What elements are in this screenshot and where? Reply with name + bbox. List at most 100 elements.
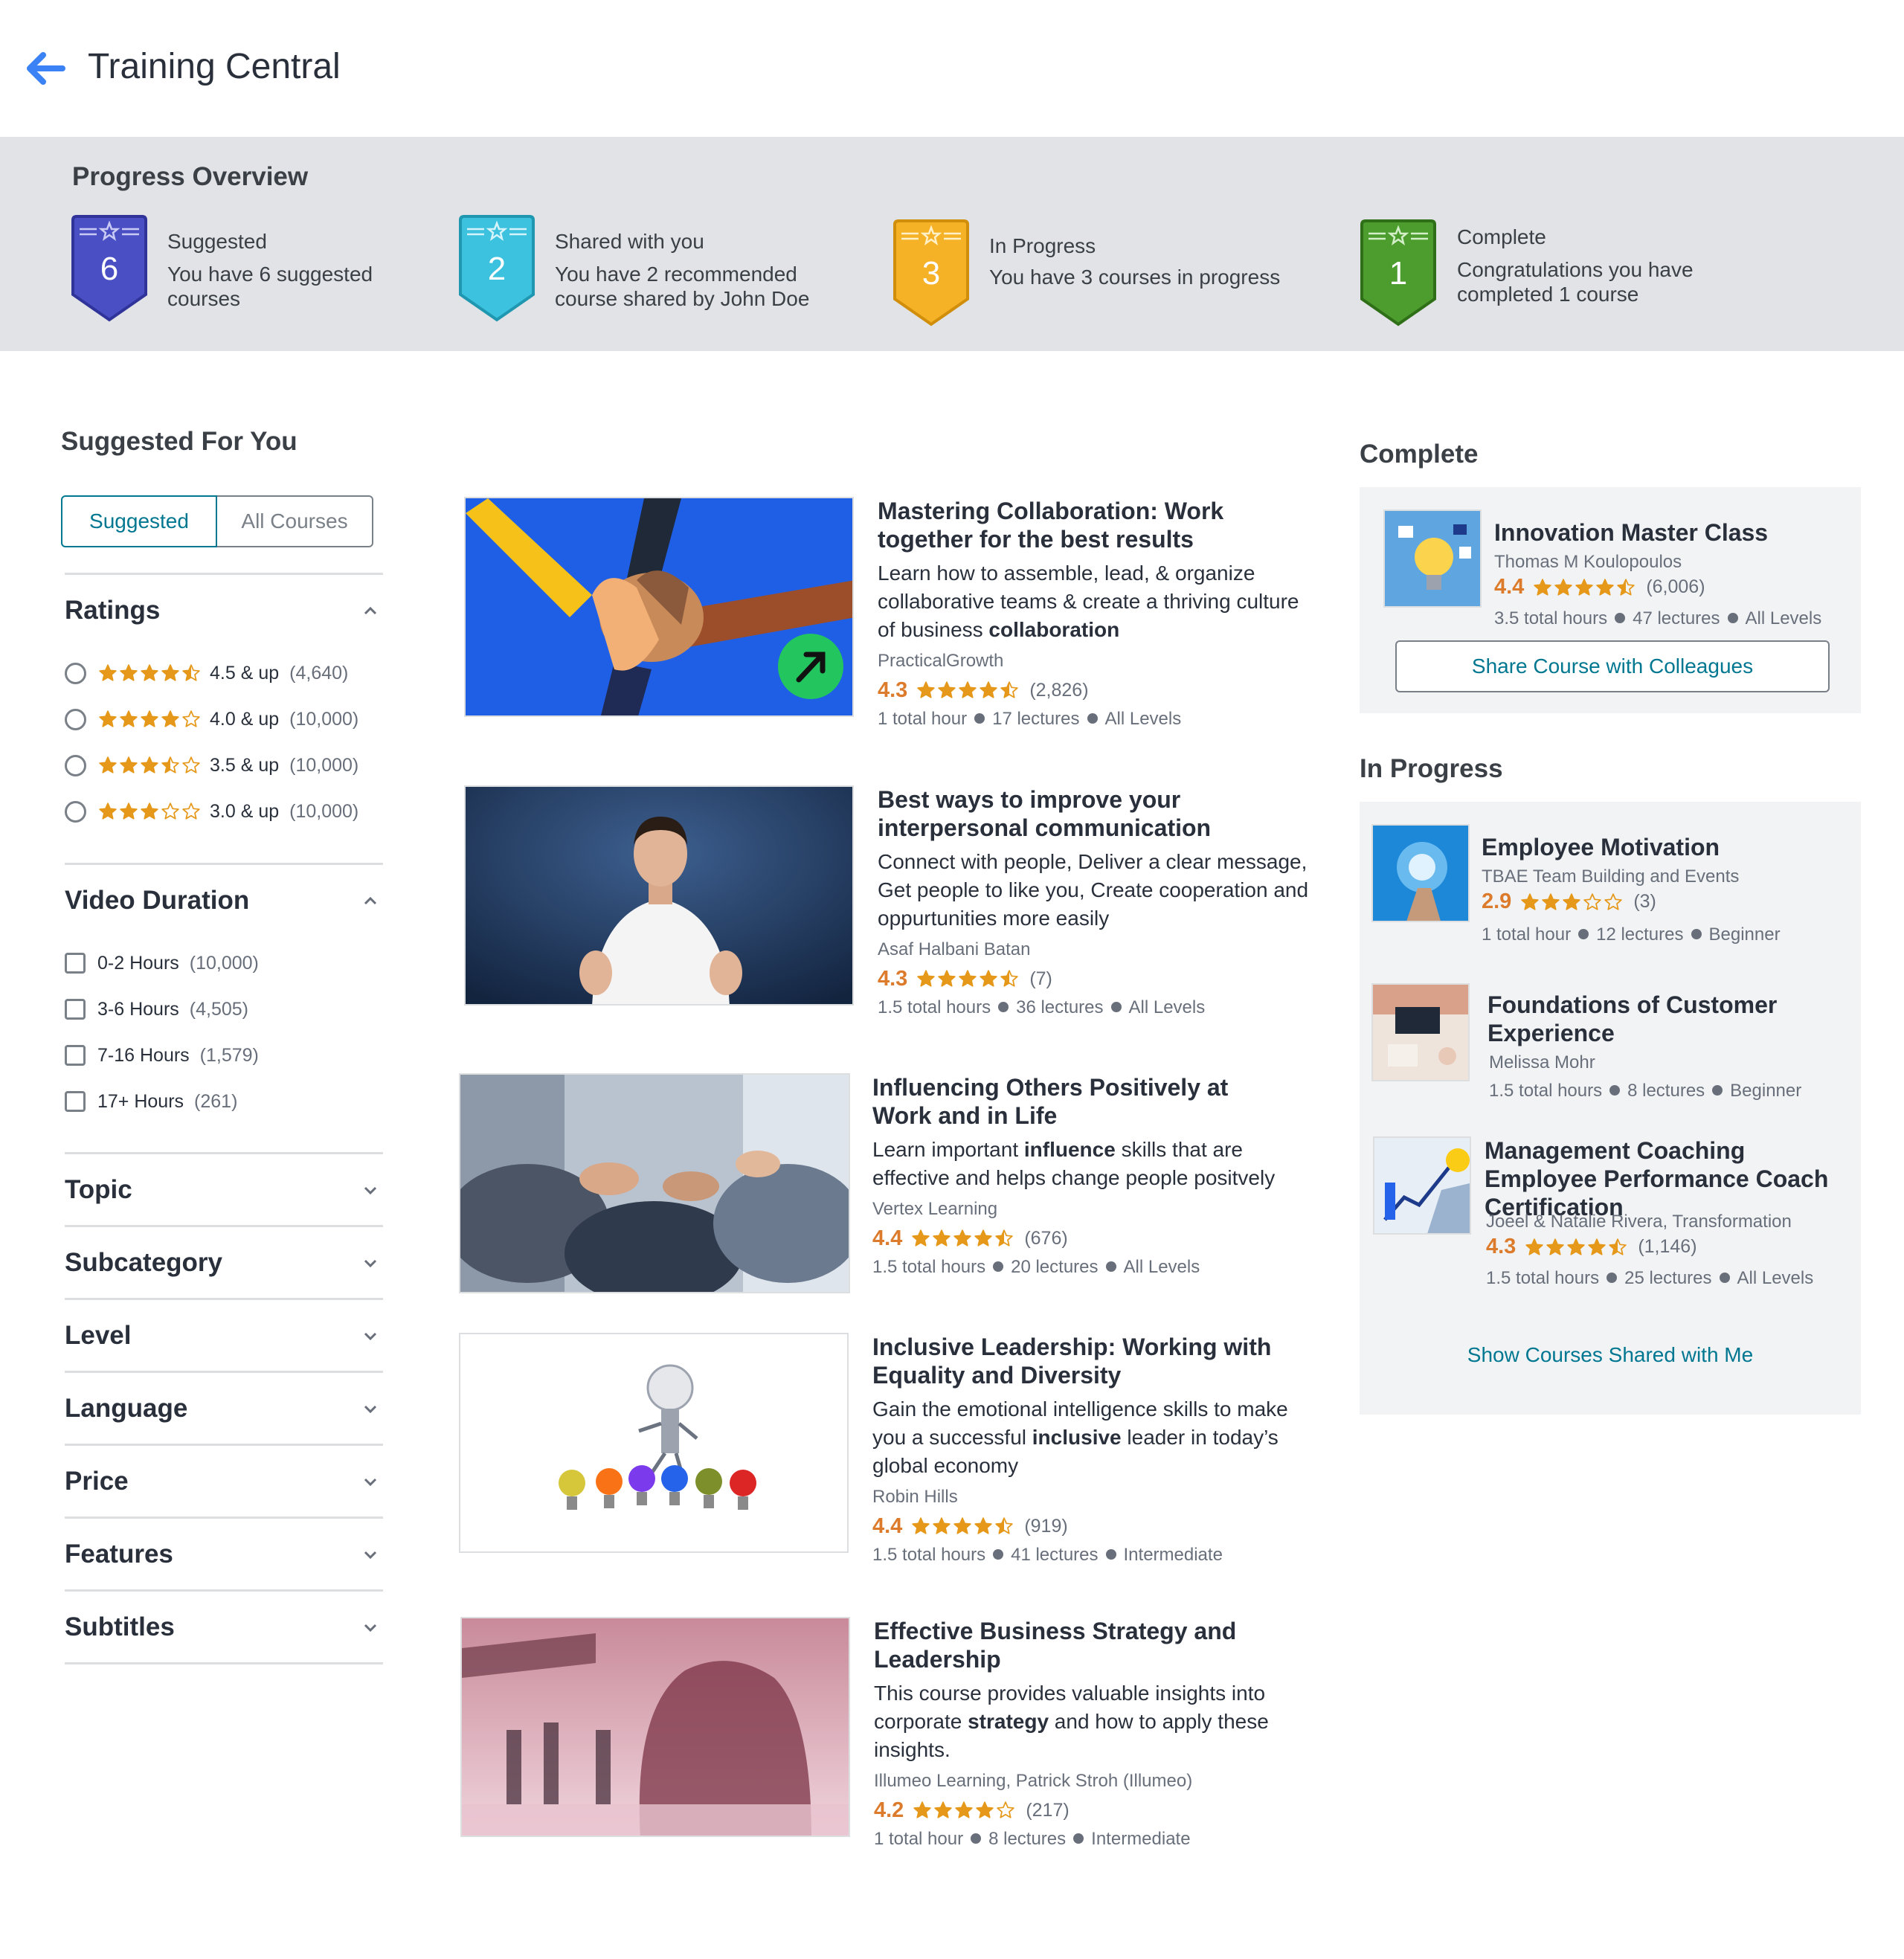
duration-option[interactable]: 0-2 Hours (10,000): [65, 940, 383, 986]
course-title[interactable]: Influencing Others Positively at Work an…: [872, 1073, 1289, 1130]
progress-card-suggested[interactable]: 6 Suggested You have 6 suggested courses: [68, 214, 425, 333]
in-progress-course-item[interactable]: Management Coaching Employee Performance…: [1373, 1136, 1849, 1293]
course-level: All Levels: [1737, 1268, 1814, 1288]
radio-button[interactable]: [65, 662, 86, 684]
course-title[interactable]: Management Coaching Employee Performance…: [1485, 1136, 1856, 1221]
filter-title: Subcategory: [65, 1247, 222, 1277]
review-count: (2,826): [1029, 680, 1089, 701]
subtitles-filter-header[interactable]: Subtitles: [65, 1592, 383, 1662]
course-level: Intermediate: [1091, 1829, 1191, 1849]
star-half-icon: [995, 1517, 1014, 1534]
star-full-icon: [1534, 578, 1552, 596]
topic-filter-header[interactable]: Topic: [65, 1154, 383, 1225]
course-thumbnail-communication[interactable]: [464, 785, 854, 1006]
rating-option-label: 3.5 & up: [210, 754, 280, 776]
separator-dot: [1105, 1261, 1116, 1272]
rating-option-label: 3.0 & up: [210, 800, 280, 822]
course-card[interactable]: Best ways to improve your interpersonal …: [464, 785, 1308, 1017]
course-title[interactable]: Foundations of Customer Experience: [1488, 991, 1830, 1047]
course-thumbnail-strategy[interactable]: [460, 1617, 850, 1837]
separator-dot: [1691, 929, 1702, 939]
level-filter-header[interactable]: Level: [65, 1300, 383, 1371]
course-card[interactable]: Influencing Others Positively at Work an…: [459, 1073, 1292, 1304]
ratings-filter: Ratings 4.5 & up (4,640) 4.0 & up (10,000)…: [65, 573, 383, 834]
course-thumbnail-inclusive[interactable]: [459, 1333, 849, 1553]
chevron-up-icon: [364, 896, 377, 904]
suggested-toggle-button[interactable]: Suggested: [61, 495, 217, 547]
radio-button[interactable]: [65, 708, 86, 730]
course-author: Vertex Learning: [872, 1199, 998, 1219]
progress-card-shared[interactable]: 2 Shared with you You have 2 recommended…: [456, 214, 850, 333]
rating-stars: [916, 969, 1020, 988]
star-full-icon: [141, 664, 158, 681]
duration-option[interactable]: 7-16 Hours (1,579): [65, 1032, 383, 1078]
checkbox[interactable]: [65, 999, 86, 1020]
course-title[interactable]: Best ways to improve your interpersonal …: [878, 785, 1294, 842]
ratings-filter-header[interactable]: Ratings: [65, 575, 383, 646]
course-thumbnail-influencing[interactable]: [459, 1073, 850, 1293]
back-arrow-icon[interactable]: [22, 46, 67, 91]
course-title[interactable]: Inclusive Leadership: Working with Equal…: [872, 1333, 1289, 1389]
price-filter: Price: [65, 1444, 383, 1516]
duration-option[interactable]: 17+ Hours (261): [65, 1078, 383, 1125]
complete-course-item[interactable]: Innovation Master Class Thomas M Koulopo…: [1383, 509, 1844, 628]
duration-filter-header[interactable]: Video Duration: [65, 865, 383, 936]
star-empty-icon: [182, 802, 200, 820]
course-title[interactable]: Effective Business Strategy and Leadersh…: [874, 1617, 1290, 1673]
course-thumbnail-coaching[interactable]: [1373, 1136, 1471, 1235]
language-filter-header[interactable]: Language: [65, 1373, 383, 1444]
rating-option[interactable]: 4.5 & up (4,640): [65, 650, 383, 696]
rating-option[interactable]: 3.5 & up (10,000): [65, 742, 383, 788]
star-full-icon: [1542, 892, 1560, 910]
review-count: (217): [1026, 1800, 1070, 1821]
checkbox[interactable]: [65, 1045, 86, 1066]
checkbox[interactable]: [65, 1091, 86, 1112]
duration-option[interactable]: 3-6 Hours (4,505): [65, 986, 383, 1032]
radio-button[interactable]: [65, 754, 86, 776]
course-author: Melissa Mohr: [1489, 1052, 1595, 1072]
star-half-icon: [161, 756, 179, 773]
chevron-down-icon: [364, 1624, 377, 1632]
rating-option[interactable]: 3.0 & up (10,000): [65, 788, 383, 834]
price-filter-header[interactable]: Price: [65, 1446, 383, 1516]
desk-workspace-image: [1373, 985, 1468, 1080]
in-progress-course-item[interactable]: Foundations of Customer Experience Melis…: [1371, 983, 1847, 1110]
progress-card-complete[interactable]: 1 Complete Congratulations you have comp…: [1357, 214, 1744, 333]
course-thumbnail-collaboration[interactable]: [464, 497, 854, 717]
filter-title: Features: [65, 1539, 173, 1569]
course-title[interactable]: Mastering Collaboration: Work together f…: [878, 497, 1294, 553]
features-filter-header[interactable]: Features: [65, 1519, 383, 1589]
share-course-button[interactable]: Share Course with Colleagues: [1395, 640, 1830, 692]
course-card[interactable]: Effective Business Strategy and Leadersh…: [460, 1617, 1293, 1849]
course-author: Asaf Halbani Batan: [878, 939, 1031, 959]
course-level: Beginner: [1708, 924, 1781, 945]
course-card[interactable]: Mastering Collaboration: Work together f…: [464, 497, 1299, 729]
radio-button[interactable]: [65, 800, 86, 823]
rating-stars: [98, 802, 202, 821]
app-header: Training Central: [0, 0, 1904, 137]
all-courses-toggle-button[interactable]: All Courses: [217, 495, 373, 547]
rating-option[interactable]: 4.0 & up (10,000): [65, 696, 383, 742]
in-progress-panel: Employee Motivation TBAE Team Building a…: [1360, 802, 1861, 1415]
course-hours: 1.5 total hours: [1486, 1268, 1600, 1288]
subcategory-filter-header[interactable]: Subcategory: [65, 1227, 383, 1298]
svg-text:1: 1: [1389, 255, 1407, 292]
course-thumbnail-customer-experience[interactable]: [1371, 983, 1470, 1081]
course-thumbnail-innovation[interactable]: [1383, 509, 1482, 608]
course-thumbnail-motivation[interactable]: [1371, 824, 1470, 922]
course-card[interactable]: Inclusive Leadership: Working with Equal…: [459, 1333, 1292, 1565]
duration-filter-title: Video Duration: [65, 885, 250, 915]
course-title[interactable]: Employee Motivation: [1482, 833, 1839, 861]
star-full-icon: [99, 756, 117, 773]
course-title[interactable]: Innovation Master Class: [1494, 518, 1851, 547]
rating-stars: [911, 1229, 1015, 1248]
star-half-icon: [182, 664, 200, 681]
course-level: All Levels: [1745, 608, 1822, 628]
star-full-icon: [917, 970, 936, 987]
checkbox[interactable]: [65, 953, 86, 974]
duration-option-count: (4,505): [189, 998, 248, 1020]
progress-card-in-progress[interactable]: 3 In Progress You have 3 courses in prog…: [890, 214, 1292, 333]
show-shared-courses-link[interactable]: Show Courses Shared with Me: [1360, 1343, 1861, 1367]
in-progress-course-item[interactable]: Employee Motivation TBAE Team Building a…: [1371, 824, 1847, 950]
star-full-icon: [1575, 578, 1594, 596]
